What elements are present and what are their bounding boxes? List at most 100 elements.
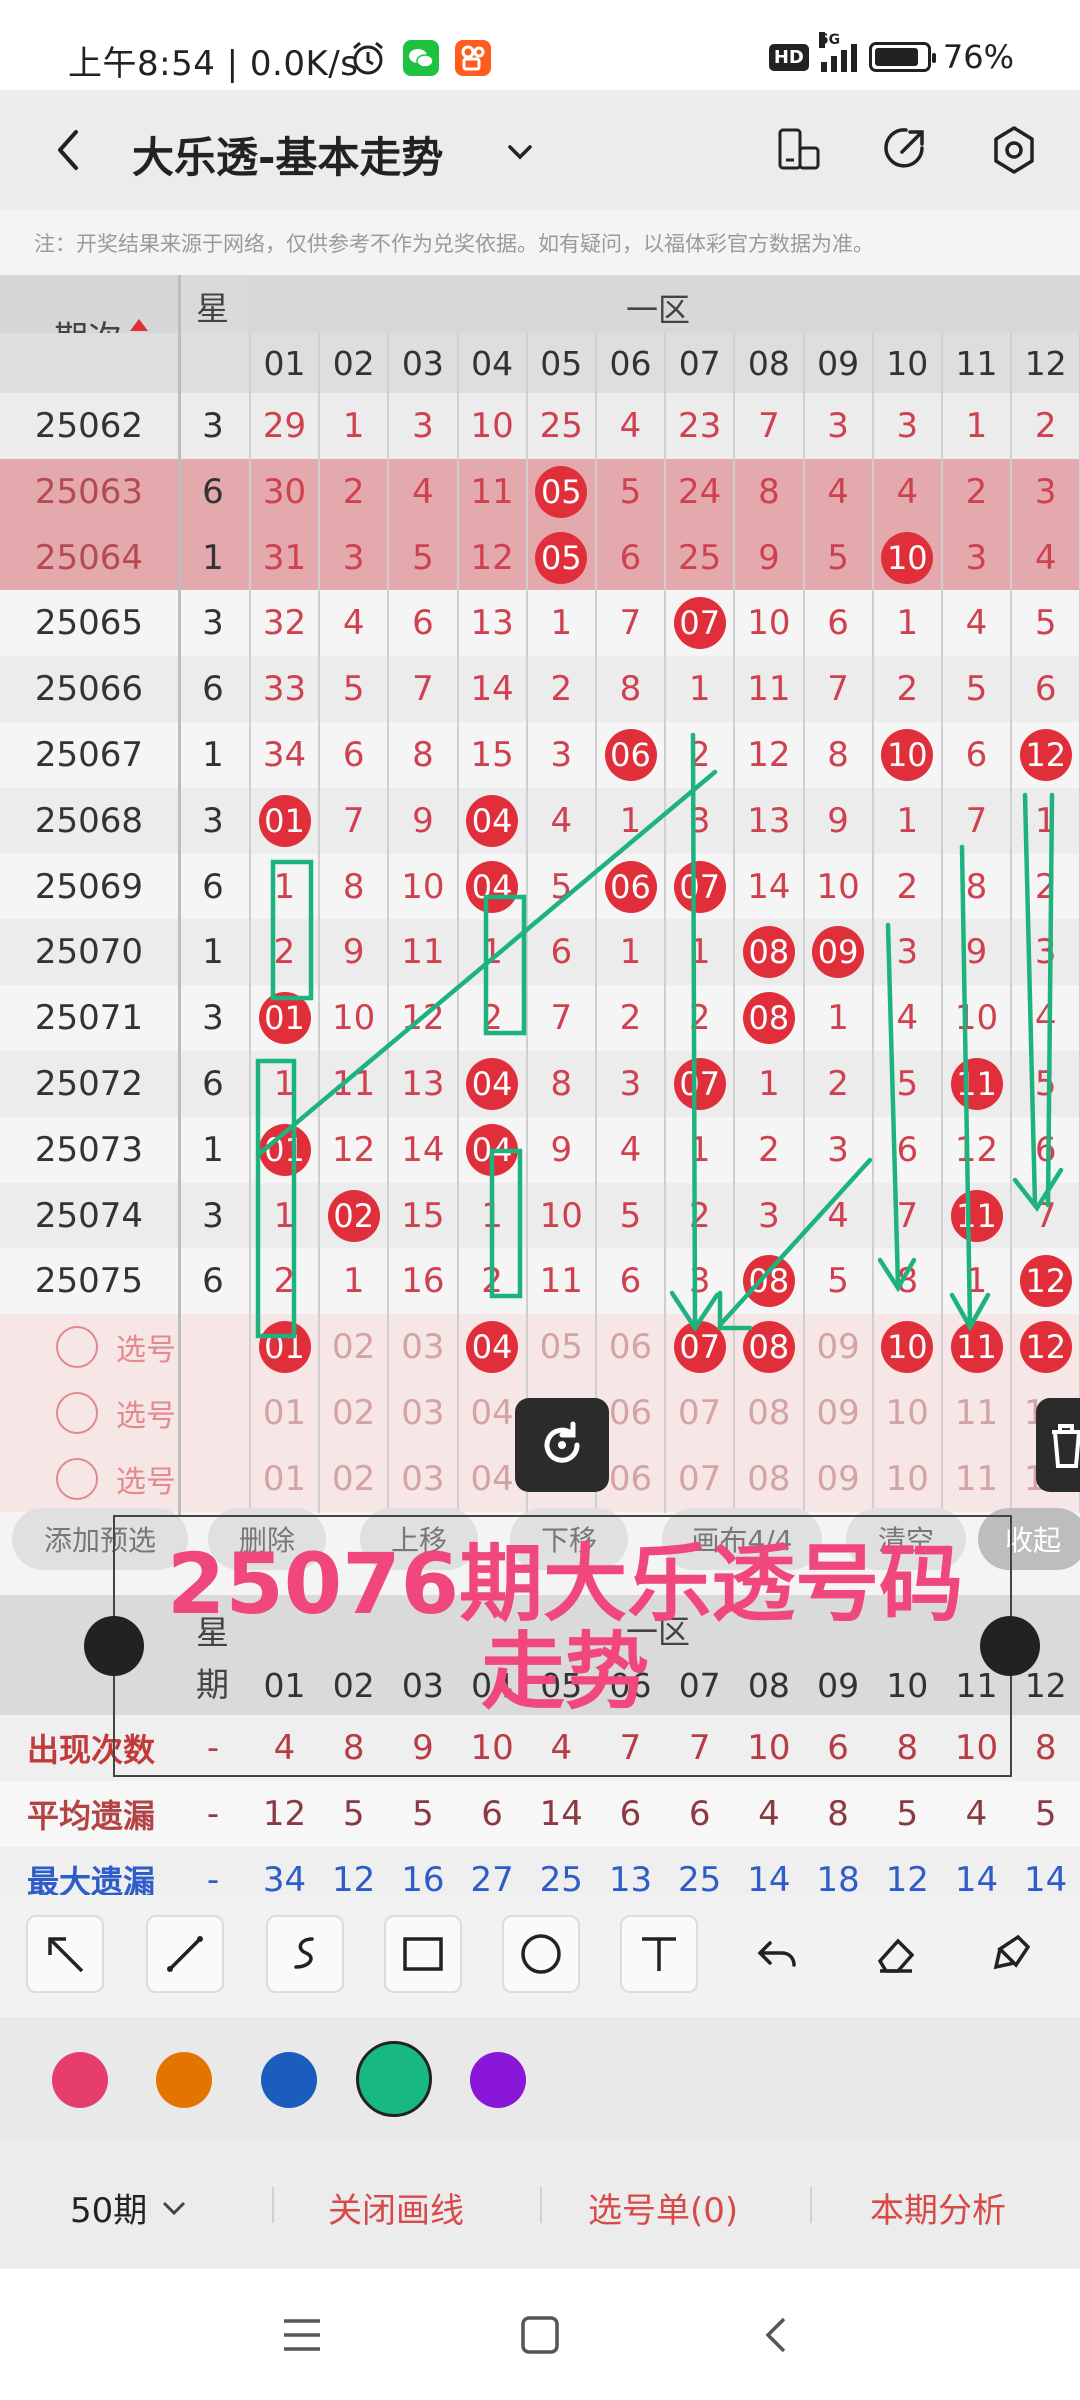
line-tool-icon <box>167 1936 203 1972</box>
annotation-rect[interactable] <box>483 894 527 1036</box>
bottom-action-bar: 50期 关闭画线 选号单(0) 本期分析 <box>0 2139 1080 2269</box>
line-tool[interactable] <box>146 1915 224 1993</box>
signal-icon: 5G <box>818 32 857 72</box>
home-icon[interactable] <box>518 2313 562 2357</box>
chevron-down-icon <box>163 2201 186 2215</box>
settings-icon[interactable] <box>986 122 1042 178</box>
pick-number[interactable]: 01 <box>250 1446 319 1512</box>
stats-cell: 5 <box>412 1794 434 1834</box>
pick-number[interactable]: 07 <box>665 1446 734 1512</box>
pick-number[interactable]: 08 <box>734 1446 803 1512</box>
arrow-tool-icon <box>48 1937 84 1973</box>
orientation-icon[interactable] <box>770 122 826 178</box>
system-nav-bar <box>0 2269 1080 2400</box>
back-button[interactable] <box>40 120 100 180</box>
stats-cell: 5 <box>342 1794 365 1834</box>
annotation-rect[interactable] <box>270 859 314 1001</box>
annotation-rect[interactable] <box>255 1058 297 1339</box>
stats-row-label: 平均遗漏 <box>26 1797 155 1835</box>
undo-button[interactable] <box>738 1915 816 1993</box>
overlay-line-1[interactable]: 25076期大乐透号码 <box>145 1539 985 1629</box>
arrow-tool[interactable] <box>26 1915 104 1993</box>
annotation-arrow[interactable] <box>885 922 901 1288</box>
pick-radio[interactable] <box>56 1392 98 1434</box>
brush-button[interactable] <box>974 1915 1052 1993</box>
stats-cell: 5 <box>896 1794 919 1834</box>
annotation-rect[interactable] <box>489 1148 523 1299</box>
wechat-icon <box>403 40 439 76</box>
pick-number[interactable]: 02 <box>319 1446 388 1512</box>
stats-row: 平均遗漏 - 12 5 5 6 14 6 6 4 8 5 4 5 <box>0 1781 1080 1847</box>
close-lines-button[interactable]: 关闭画线 <box>328 2183 464 2232</box>
annotation-arrow[interactable] <box>959 844 973 1328</box>
pick-label-text: 选号 <box>116 1399 176 1434</box>
annotation-arrow[interactable] <box>1045 792 1055 1208</box>
drawing-toolbar <box>0 1895 1080 2017</box>
pick-number[interactable]: 10 <box>873 1446 942 1512</box>
status-right: HD 5G 76% <box>768 32 1014 76</box>
trash-icon <box>1052 1424 1080 1468</box>
drawing-layer[interactable] <box>0 275 1080 1395</box>
resize-handle-right[interactable] <box>980 1616 1040 1676</box>
circle-tool[interactable] <box>502 1915 580 1993</box>
text-tool[interactable] <box>620 1915 698 1993</box>
stats-cell: 6 <box>688 1794 711 1834</box>
color-swatch-blue[interactable] <box>261 2052 317 2108</box>
pick-radio[interactable] <box>56 1458 98 1500</box>
network-type: 5G <box>818 32 841 48</box>
stats-cell: 4 <box>965 1794 988 1834</box>
delete-drawing-button[interactable] <box>1036 1398 1080 1492</box>
hd-badge: HD <box>768 43 809 71</box>
text-icon <box>642 1937 676 1971</box>
battery-icon <box>868 42 936 72</box>
annotation-arrow[interactable] <box>1022 792 1038 1208</box>
notice-text: 注：开奖结果来源于网络，仅供参考不作为兑奖依据。如有疑问，以福体彩官方数据为准。 <box>34 232 874 256</box>
share-icon[interactable] <box>876 122 932 178</box>
overlay-line-2[interactable]: 走势 <box>145 1627 985 1717</box>
stats-cell: 14 <box>539 1794 583 1834</box>
chevron-down-icon[interactable] <box>498 130 542 174</box>
period-selector-label[interactable]: 50期 <box>70 2183 147 2232</box>
pick-label-text: 选号 <box>116 1465 176 1500</box>
color-swatch-purple[interactable] <box>470 2052 526 2108</box>
status-bar: 上午8:54 | 0.0K/s HD 5G 76% <box>0 0 1080 90</box>
freehand-icon <box>294 1937 314 1969</box>
pick-row-label[interactable]: 选号 <box>56 1446 196 1512</box>
color-swatch-pink[interactable] <box>52 2052 108 2108</box>
page-title[interactable]: 大乐透-基本走势 <box>132 124 443 185</box>
period-analysis-button[interactable]: 本期分析 <box>870 2183 1006 2232</box>
stats-cell: 4 <box>758 1794 780 1834</box>
text-annotation-box[interactable]: 25076期大乐透号码 走势 <box>113 1515 1012 1777</box>
refresh-icon <box>544 1421 580 1463</box>
stats-cell: 8 <box>1034 1728 1057 1768</box>
battery-level: 76% <box>942 38 1014 76</box>
stats-cell: 6 <box>481 1794 503 1834</box>
pick-number[interactable]: 09 <box>804 1446 873 1512</box>
kuaishou-icon <box>455 40 491 76</box>
pick-number[interactable]: 11 <box>942 1446 1011 1512</box>
brush-icon <box>993 1934 1031 1970</box>
stats-cell: 6 <box>619 1794 642 1834</box>
annotation-arrow[interactable] <box>717 1157 873 1328</box>
pick-number[interactable]: 03 <box>388 1446 457 1512</box>
refresh-button[interactable] <box>515 1398 609 1492</box>
period-selector[interactable]: 50期 <box>70 2183 191 2232</box>
stats-cell: 12 <box>262 1794 307 1834</box>
eraser-button[interactable] <box>856 1915 934 1993</box>
back-nav-icon[interactable] <box>756 2313 800 2357</box>
annotation-line[interactable] <box>255 769 718 1158</box>
color-swatch-green-selected[interactable] <box>356 2041 432 2117</box>
color-palette <box>0 2017 1080 2139</box>
alarm-icon <box>350 40 386 76</box>
menu-icon[interactable] <box>280 2313 324 2357</box>
trend-table[interactable]: 期次 星期 一区 010203040506070809101112 250623… <box>0 275 1080 1515</box>
undo-icon <box>757 1941 796 1967</box>
freehand-tool[interactable] <box>266 1915 344 1993</box>
color-swatch-orange[interactable] <box>156 2052 212 2108</box>
annotation-arrow[interactable] <box>690 732 698 1328</box>
rectangle-icon <box>403 1937 443 1971</box>
resize-handle-left[interactable] <box>84 1616 144 1676</box>
selection-list-button[interactable]: 选号单(0) <box>588 2183 738 2232</box>
eraser-icon <box>877 1938 915 1973</box>
rectangle-tool[interactable] <box>384 1915 462 1993</box>
